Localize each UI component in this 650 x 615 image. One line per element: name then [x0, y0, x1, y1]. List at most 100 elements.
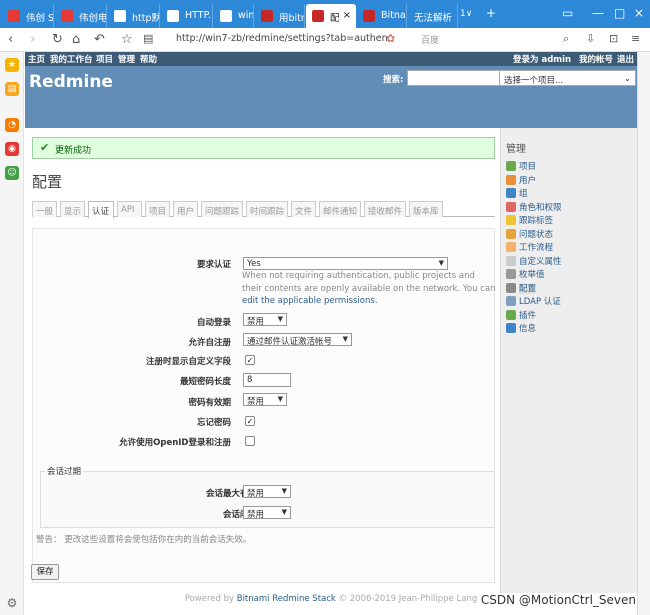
tab-notifications[interactable]: 邮件通知	[319, 201, 361, 217]
login-required-select[interactable]: Yes ▼	[243, 257, 448, 270]
admin-item-icon	[506, 161, 516, 171]
browser-tab[interactable]: windo	[214, 4, 254, 28]
browser-tab[interactable]: 用bitn	[255, 4, 305, 28]
admin-sidebar: 管理 项目用户组角色和权限跟踪标签问题状态工作流程自定义属性 枚举值配置 LDAP …	[501, 128, 637, 593]
menu-administration[interactable]: 管理	[118, 53, 135, 65]
admin-menu-item[interactable]: 自定义属性	[506, 255, 562, 267]
session-timeout-select[interactable]: 禁用 ▼	[243, 506, 291, 520]
minimize-icon[interactable]: —	[592, 6, 604, 20]
star-icon[interactable]: ★	[5, 58, 19, 72]
menu-my-page[interactable]: 我的工作台	[50, 53, 93, 65]
tab-label: 用bitn	[279, 13, 305, 24]
rss-icon[interactable]: ◔	[5, 118, 19, 132]
admin-item-label: 跟踪标签	[519, 216, 554, 226]
tab-label: http默	[132, 13, 160, 24]
reload-icon[interactable]: ↻	[52, 32, 63, 47]
admin-menu-item[interactable]: 配置	[506, 282, 537, 294]
session-lifetime-select[interactable]: 禁用 ▼	[243, 485, 291, 499]
admin-item-label: 组	[519, 189, 528, 199]
menu-icon[interactable]: ≡	[631, 32, 640, 45]
address-bar[interactable]: http://win7-zb/redmine/settings?tab=auth…	[176, 33, 388, 44]
search-icon[interactable]: ⌕	[563, 32, 569, 46]
admin-item-icon	[506, 201, 516, 212]
tab-time-tracking[interactable]: 时间跟踪	[246, 201, 288, 217]
admin-item-icon	[506, 215, 516, 225]
close-icon[interactable]: ×	[343, 10, 351, 21]
scrollbar[interactable]	[637, 52, 650, 615]
tab-favicon-icon	[261, 10, 273, 22]
footer-link[interactable]: Bitnami Redmine Stack	[237, 594, 336, 604]
browser-tab[interactable]: 伟创电	[55, 4, 107, 28]
reader-icon[interactable]: ▤	[143, 32, 153, 45]
tab-favicon-icon	[363, 10, 375, 22]
project-jump-select[interactable]: 选择一个项目... ⌄	[499, 70, 636, 86]
extension-icon[interactable]: ✿	[386, 32, 395, 45]
select-value: 禁用	[247, 397, 265, 407]
maximize-icon[interactable]: □	[614, 6, 625, 20]
menu-help[interactable]: 帮助	[140, 53, 157, 65]
notes-icon[interactable]: ▤	[5, 82, 19, 96]
tab-general[interactable]: 一般	[32, 201, 57, 217]
admin-menu-item[interactable]: 用户	[506, 174, 536, 186]
tab-repositories[interactable]: 版本库	[409, 201, 443, 217]
home-icon[interactable]: ⌂	[72, 32, 80, 47]
weibo-icon[interactable]: ◉	[5, 142, 19, 156]
min-password-length-input[interactable]: 8	[243, 373, 291, 387]
openid-checkbox[interactable]	[245, 436, 255, 446]
logout-link[interactable]: 退出	[617, 53, 634, 65]
window-menu-icon[interactable]: ▭	[562, 6, 573, 20]
browser-tab[interactable]: HTTP.	[161, 4, 213, 28]
tab-issue-tracking[interactable]: 问题跟踪	[201, 201, 243, 217]
my-account-link[interactable]: 我的帐号	[579, 53, 613, 65]
lost-password-checkbox[interactable]: ✓	[245, 416, 255, 426]
browser-tab[interactable]: http默	[108, 4, 160, 28]
admin-menu-item[interactable]: 插件	[506, 309, 536, 321]
close-window-icon[interactable]: ×	[634, 6, 644, 20]
tab-files[interactable]: 文件	[291, 201, 316, 217]
admin-menu-item[interactable]: LDAP 认证	[506, 295, 561, 307]
tab-display[interactable]: 显示	[60, 201, 85, 217]
settings-gear-icon[interactable]: ⚙	[5, 596, 19, 610]
download-icon[interactable]: ⇩	[586, 32, 595, 45]
show-custom-fields-checkbox[interactable]: ✓	[245, 355, 255, 365]
undo-icon[interactable]: ↶	[94, 32, 105, 47]
admin-menu-item[interactable]: 角色和权限	[506, 201, 562, 213]
browser-tab-active[interactable]: 配 ×	[306, 4, 356, 28]
save-button[interactable]: 保存	[31, 564, 59, 580]
tab-api[interactable]: API	[117, 201, 142, 217]
tab-label: 无法解析	[414, 13, 453, 24]
browser-tab[interactable]: 伟创 S	[2, 4, 54, 28]
admin-menu-item[interactable]: 问题状态	[506, 228, 553, 240]
back-icon[interactable]: ‹	[8, 32, 13, 47]
favorite-star-icon[interactable]: ☆	[121, 32, 133, 47]
admin-menu-item[interactable]: 信息	[506, 322, 536, 334]
edit-permissions-link[interactable]: edit the applicable permissions.	[242, 296, 378, 306]
session-warning: 警告： 更改这些设置将会使包括你在内的当前会话失效。	[36, 535, 252, 545]
browser-tab[interactable]: 无法解析	[408, 4, 458, 28]
admin-menu-item[interactable]: 项目	[506, 160, 536, 172]
admin-menu-item[interactable]: 工作流程	[506, 241, 553, 253]
admin-menu-item[interactable]: 枚举值	[506, 268, 545, 280]
admin-menu-item[interactable]: 组	[506, 187, 528, 199]
admin-menu-item[interactable]: 跟踪标签	[506, 214, 553, 226]
tab-count[interactable]: 1∨	[460, 9, 472, 19]
admin-menu-title: 管理	[506, 144, 526, 155]
logged-in-as[interactable]: 登录为 admin	[513, 53, 571, 65]
menu-projects[interactable]: 项目	[96, 53, 113, 65]
forward-icon[interactable]: ›	[30, 32, 35, 47]
history-icon[interactable]: ⊡	[609, 32, 618, 45]
tab-users[interactable]: 用户	[173, 201, 198, 217]
tab-authentication[interactable]: 认证	[88, 201, 114, 218]
settings-tabs: 一般 显示 认证 API 项目 用户 问题跟踪 时间跟踪 文件 邮件通知 接收邮…	[32, 200, 495, 218]
menu-home[interactable]: 主页	[28, 53, 45, 65]
chat-icon[interactable]: ☺	[5, 166, 19, 180]
new-tab-icon[interactable]: +	[486, 6, 496, 20]
tab-projects[interactable]: 项目	[145, 201, 170, 217]
self-registration-select[interactable]: 通过邮件认证激活帐号 ▼	[243, 333, 352, 347]
tab-mail-handler[interactable]: 接收邮件	[364, 201, 406, 217]
browser-tab[interactable]: Bitnam	[357, 4, 407, 28]
autologin-select[interactable]: 禁用 ▼	[243, 313, 287, 327]
password-max-age-select[interactable]: 禁用 ▼	[243, 393, 287, 407]
search-box[interactable]: 百度	[421, 33, 439, 46]
admin-item-label: 工作流程	[519, 243, 554, 253]
